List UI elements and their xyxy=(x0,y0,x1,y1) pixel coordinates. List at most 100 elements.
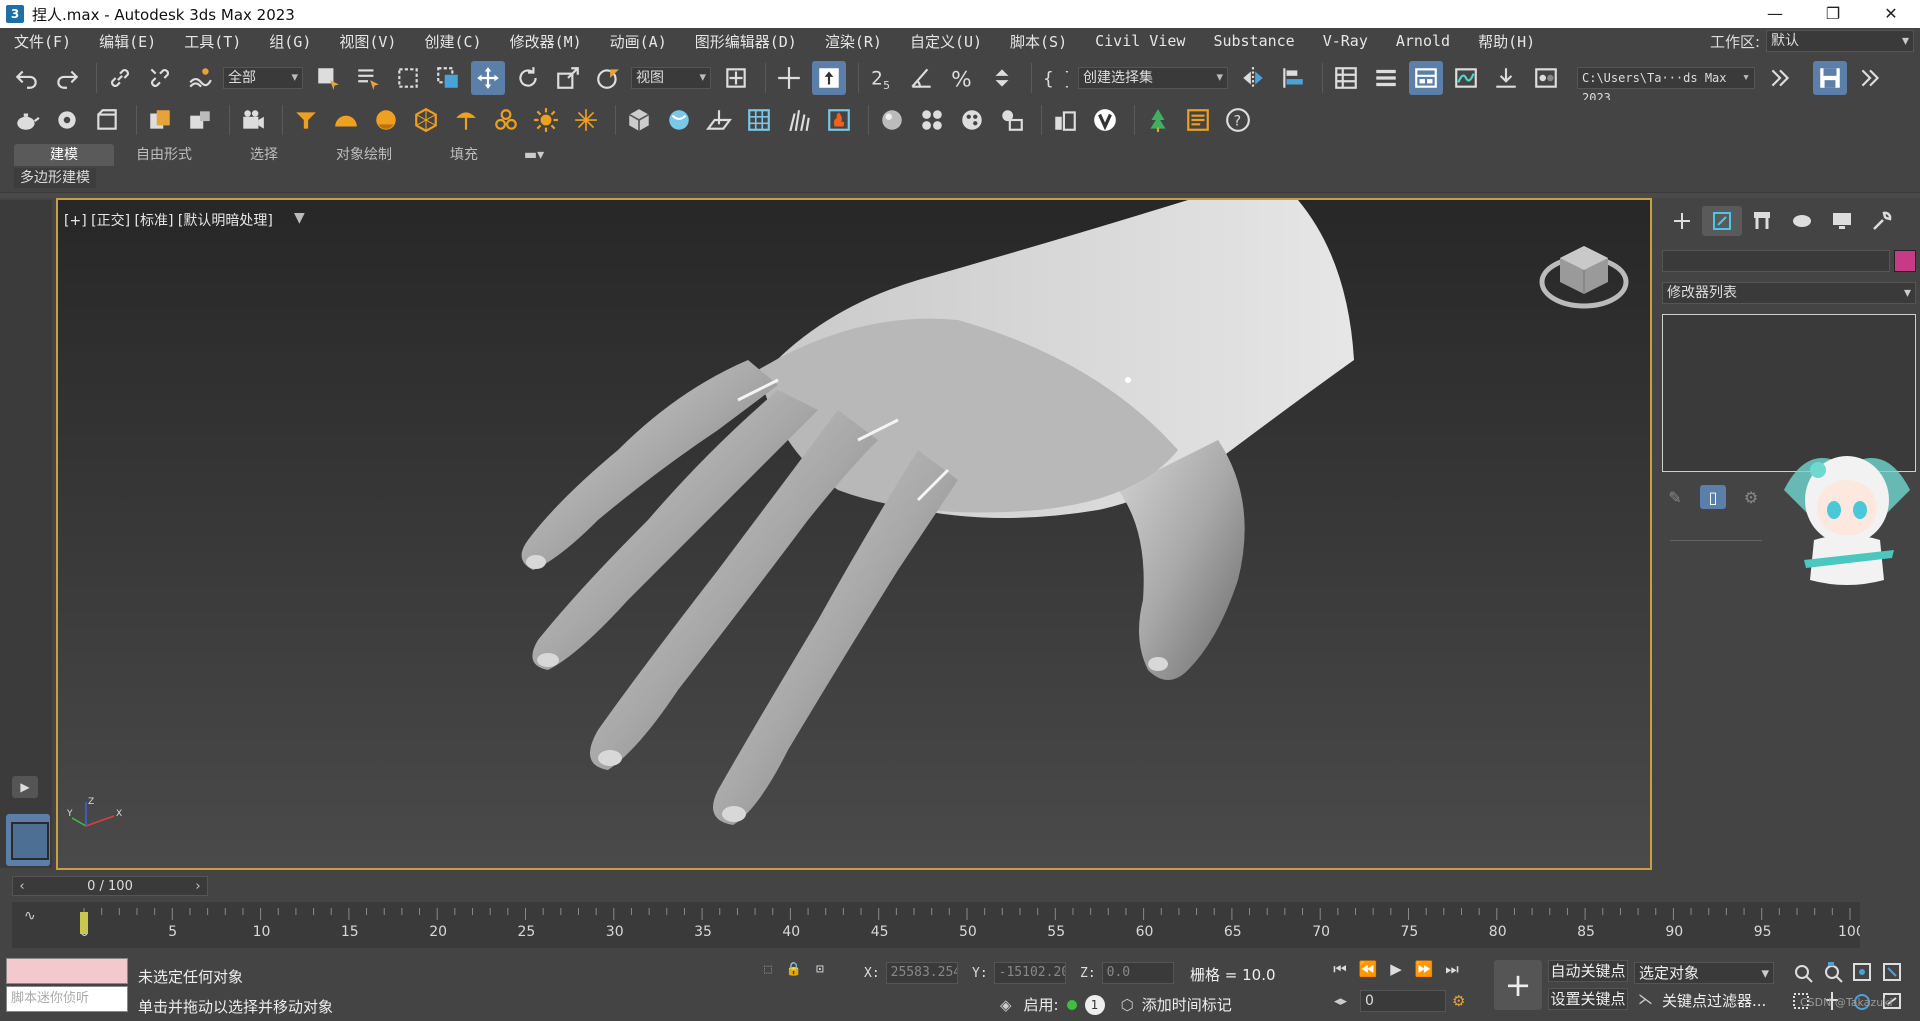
ambient-light-button[interactable] xyxy=(569,103,603,137)
x-field[interactable]: 25583.254 xyxy=(885,962,958,984)
tab-populate[interactable]: 填充 xyxy=(414,144,514,166)
menu-substance[interactable]: Substance xyxy=(1199,32,1308,50)
add-time-tag-button[interactable]: 添加时间标记 xyxy=(1142,994,1232,1015)
select-and-scale-button[interactable] xyxy=(551,61,585,95)
ies-light-button[interactable] xyxy=(449,103,483,137)
z-field[interactable]: 0.0 xyxy=(1101,962,1174,984)
vray-frame-buffer-button[interactable] xyxy=(1048,103,1082,137)
menu-rendering[interactable]: 渲染(R) xyxy=(811,31,896,52)
menu-create[interactable]: 创建(C) xyxy=(410,31,495,52)
minimize-button[interactable]: — xyxy=(1746,0,1804,28)
toolbar-overflow-right-button[interactable] xyxy=(1853,61,1887,95)
zoom-icon[interactable] xyxy=(1795,965,1813,983)
vray-render-button[interactable] xyxy=(1088,103,1122,137)
material-editor-button[interactable] xyxy=(1529,61,1563,95)
modifier-list-dropdown[interactable]: 修改器列表 xyxy=(1662,282,1916,304)
menu-graph-editors[interactable]: 图形编辑器(D) xyxy=(681,31,811,52)
previous-frame-icon[interactable]: ⏪ xyxy=(1354,960,1382,978)
viewport-layout-thumbnail[interactable] xyxy=(6,814,50,866)
mesh-light-button[interactable] xyxy=(489,103,523,137)
enable-indicator[interactable] xyxy=(1066,999,1077,1010)
time-cursor[interactable] xyxy=(80,912,88,934)
named-selection-dropdown[interactable]: 创建选择集 xyxy=(1078,67,1228,89)
sphere-light-button[interactable] xyxy=(369,103,403,137)
hierarchy-tab[interactable] xyxy=(1742,206,1782,236)
spinner-snap-button[interactable] xyxy=(985,61,1019,95)
snaps-toggle-button[interactable]: 25 xyxy=(865,61,899,95)
angle-snap-button[interactable] xyxy=(905,61,939,95)
proxy-button[interactable] xyxy=(622,103,656,137)
key-mode-toggle-icon[interactable]: ◂▸ xyxy=(1334,994,1347,1009)
menu-group[interactable]: 组(G) xyxy=(255,31,325,52)
unlink-button[interactable] xyxy=(143,61,177,95)
tab-object-paint[interactable]: 对象绘制 xyxy=(314,144,414,166)
motion-tab[interactable] xyxy=(1782,206,1822,236)
maxscript-input[interactable]: 脚本迷你侦听 xyxy=(6,986,128,1012)
rect-selection-button[interactable] xyxy=(391,61,425,95)
utilities-tab[interactable] xyxy=(1862,206,1902,236)
track-bar[interactable]: ∿ 05101520253035404550556065707580859095… xyxy=(12,902,1860,948)
vray-volume-button[interactable] xyxy=(822,103,856,137)
current-frame-field[interactable]: 0 xyxy=(1360,990,1446,1012)
menu-animation[interactable]: 动画(A) xyxy=(596,31,681,52)
bind-space-warp-button[interactable] xyxy=(183,61,217,95)
menu-help[interactable]: 帮助(H) xyxy=(1464,31,1549,52)
key-filters-button[interactable]: 关键点过滤器... xyxy=(1662,990,1772,1012)
lock-icon[interactable]: 🔒 xyxy=(786,962,802,977)
viewport-label-menu[interactable]: [+] [正交] [标准] [默认明暗处理] xyxy=(64,210,273,230)
help-button[interactable]: ? xyxy=(1221,103,1255,137)
previous-frame-arrow-icon[interactable]: ‹ xyxy=(13,879,31,894)
show-end-result-icon[interactable]: ▯ xyxy=(1700,485,1726,509)
display-tab[interactable] xyxy=(1822,206,1862,236)
material-palette-button[interactable] xyxy=(955,103,989,137)
array-button[interactable] xyxy=(183,103,217,137)
window-crossing-button[interactable] xyxy=(431,61,465,95)
go-to-start-icon[interactable]: ⏮ xyxy=(1326,960,1354,978)
vray-fur-button[interactable] xyxy=(782,103,816,137)
time-tag-icon[interactable]: ⬡ xyxy=(1121,996,1134,1014)
menu-file[interactable]: 文件(F) xyxy=(0,31,85,52)
menu-tools[interactable]: 工具(T) xyxy=(170,31,255,52)
create-tab[interactable] xyxy=(1662,206,1702,236)
edit-named-selection-button[interactable]: { } xyxy=(1038,61,1072,95)
menu-edit[interactable]: 编辑(E) xyxy=(85,31,170,52)
layer-explorer-button[interactable] xyxy=(1369,61,1403,95)
y-field[interactable]: -15102.20 xyxy=(993,962,1066,984)
save-button[interactable] xyxy=(1813,61,1847,95)
restore-button[interactable]: ❐ xyxy=(1804,0,1862,28)
link-button[interactable] xyxy=(103,61,137,95)
toggle-ribbon-button[interactable] xyxy=(1409,61,1443,95)
selected-object-dropdown[interactable]: 选定对象 xyxy=(1634,962,1774,984)
maxscript-listener[interactable]: 脚本迷你侦听 xyxy=(6,958,128,1014)
vray-instancer-button[interactable] xyxy=(742,103,776,137)
select-and-manipulate-button[interactable] xyxy=(772,61,806,95)
menu-scripting[interactable]: 脚本(S) xyxy=(996,31,1081,52)
object-name-field[interactable] xyxy=(1662,250,1890,272)
menu-arnold[interactable]: Arnold xyxy=(1382,32,1464,50)
tab-freeform[interactable]: 自由形式 xyxy=(114,144,214,166)
play-icon[interactable]: ▶ xyxy=(1382,960,1410,978)
select-and-place-button[interactable] xyxy=(591,61,625,95)
close-button[interactable]: ✕ xyxy=(1862,0,1920,28)
make-unique-icon[interactable]: ⚙ xyxy=(1738,485,1764,509)
render-elements-button[interactable] xyxy=(995,103,1029,137)
modify-tab[interactable] xyxy=(1702,206,1742,236)
align-button[interactable] xyxy=(1276,61,1310,95)
select-and-rotate-button[interactable] xyxy=(511,61,545,95)
project-folder-dropdown[interactable]: C:\Users\Ta···ds Max 2023 xyxy=(1577,67,1755,105)
vray-sphere-button[interactable] xyxy=(662,103,696,137)
menu-view[interactable]: 视图(V) xyxy=(325,31,410,52)
pin-stack-icon[interactable]: ✎ xyxy=(1662,485,1688,509)
toolbar-overflow-button[interactable] xyxy=(1763,61,1797,95)
mirror-button[interactable] xyxy=(1236,61,1270,95)
torus-knot-button[interactable] xyxy=(50,103,84,137)
skylight-button[interactable] xyxy=(329,103,363,137)
camera-button[interactable] xyxy=(236,103,270,137)
timeline-ruler[interactable]: 0510152025303540455055606570758085909510… xyxy=(80,906,1860,946)
selection-filter-dropdown[interactable]: 全部 xyxy=(223,67,303,89)
filter-icon[interactable]: ▼ xyxy=(294,210,305,226)
expand-layout-button[interactable]: ▶ xyxy=(12,776,38,798)
scatter-button[interactable] xyxy=(1141,103,1175,137)
maxscript-output[interactable] xyxy=(6,958,128,984)
box-button[interactable] xyxy=(90,103,124,137)
